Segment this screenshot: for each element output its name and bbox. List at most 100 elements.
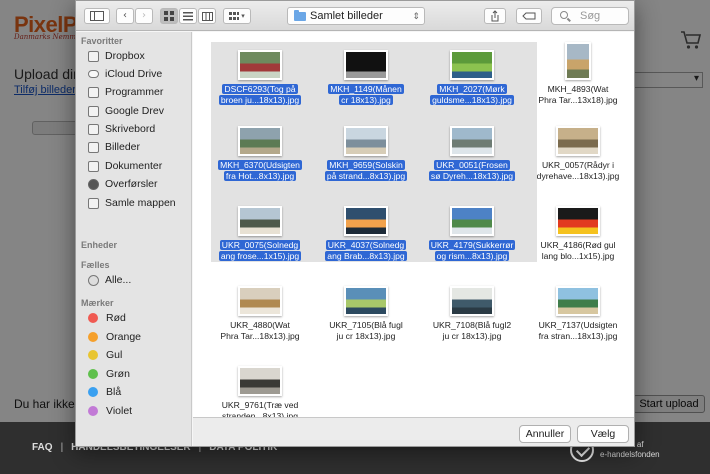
file-item[interactable]: DSCF6293(Tog på broen ju...18x13).jpg [207,38,313,120]
tag-violet[interactable]: Violet [88,403,132,419]
chevron-left-icon: ‹ [123,10,127,21]
cancel-button[interactable]: Annuller [519,425,571,443]
file-name: MKH_2027(Mørk guldsme...18x13).jpg [430,84,514,105]
file-item[interactable]: MKH_4893(Wat Phra Tar...13x18).jpg [525,38,631,120]
file-thumbnail [556,206,600,236]
file-item[interactable]: UKR_0075(Solnedg ang frose...1x15).jpg [207,194,313,276]
file-item[interactable]: UKR_4880(Wat Phra Tar...18x13).jpg [207,274,313,356]
footer-link-faq[interactable]: FAQ [32,442,53,453]
file-thumbnail [344,206,388,236]
sidebar-item-collect-folder[interactable]: Samle mappen [88,195,176,211]
file-thumbnail [238,286,282,316]
column-view-button[interactable] [198,8,216,24]
green-tag-dot-icon [88,369,98,379]
folder-icon [294,10,306,21]
sidebar-item-documents[interactable]: Dokumenter [88,158,162,174]
file-name: UKR_0051(Frosen sø Dyreh...18x13).jpg [428,160,516,181]
location-dropdown[interactable]: Samlet billeder ⇕ [287,7,425,25]
globe-icon [88,274,99,286]
sidebar-item-icloud[interactable]: iCloud Drive [88,66,162,82]
sidebar-item-label: Overførsler [105,178,158,190]
sidebar-item-label: Billeder [105,141,141,153]
tag-label: Orange [106,331,142,343]
file-item[interactable]: UKR_9761(Træ ved stranden...8x13).jpg [207,354,313,417]
pictures-icon [88,141,99,153]
tag-orange[interactable]: Orange [88,329,141,345]
file-item[interactable]: UKR_0051(Frosen sø Dyreh...18x13).jpg [419,114,525,196]
file-thumbnail [450,126,494,156]
sidebar-item-dropbox[interactable]: Dropbox [88,48,145,64]
file-item[interactable]: UKR_7137(Udsigten fra stran...18x13).jpg [525,274,631,356]
choose-button[interactable]: Vælg [577,425,629,443]
file-thumbnail [556,286,600,316]
sidebar-item-downloads[interactable]: Overførsler [88,176,158,192]
dialog-sidebar: Favoritter Dropbox iCloud Drive Programm… [76,32,192,446]
file-grid: DSCF6293(Tog på broen ju...18x13).jpg MKH_… [193,32,634,417]
cloud-icon [88,70,99,78]
search-field[interactable]: Søg [551,7,629,25]
file-name: MKH_9659(Solskin på strand...8x13).jpg [324,160,408,181]
file-item[interactable]: UKR_4179(Sukkerrør og rism...8x13).jpg [419,194,525,276]
file-item[interactable]: MKH_9659(Solskin på strand...8x13).jpg [313,114,419,196]
sidebar-item-all-shared[interactable]: Alle... [88,272,131,288]
arrange-icon [229,11,240,20]
file-item[interactable]: UKR_0057(Rådyr i dyrehave...18x13).jpg [525,114,631,196]
tag-button[interactable] [516,8,542,24]
file-thumbnail [556,126,600,156]
file-item[interactable]: MKH_6370(Udsigten fra Hot...8x13).jpg [207,114,313,196]
sidebar-toggle-button[interactable] [84,8,110,24]
file-item[interactable]: UKR_4037(Solnedg ang Brab...8x13).jpg [313,194,419,276]
sidebar-item-label: iCloud Drive [105,68,163,80]
tag-yellow[interactable]: Gul [88,347,122,363]
file-item[interactable]: UKR_7105(Blå fugl ju cr 18x13).jpg [313,274,419,356]
file-name: UKR_4037(Solnedg ang Brab...8x13).jpg [325,240,407,261]
folder-icon [88,105,99,117]
tag-label: Rød [106,312,126,324]
sidebar-item-label: Google Drev [105,105,164,117]
updown-chevron-icon: ⇕ [412,11,420,21]
yellow-tag-dot-icon [88,350,98,360]
icon-view-button[interactable] [160,8,178,24]
sidebar-item-label: Dokumenter [105,160,163,172]
grid-icon [164,11,174,21]
file-name: UKR_4186(Rød gul lang blo...1x15).jpg [540,240,616,261]
file-item[interactable]: MKH_1149(Månen cr 18x13).jpg [313,38,419,120]
file-name: UKR_9761(Træ ved stranden...8x13).jpg [221,400,299,417]
file-thumbnail [238,366,282,396]
file-name: UKR_7105(Blå fugl ju cr 18x13).jpg [329,320,403,341]
arrange-menu-button[interactable]: ▾ [223,8,251,24]
file-name: MKH_4893(Wat Phra Tar...13x18).jpg [538,84,618,105]
sidebar-item-pictures[interactable]: Billeder [88,139,140,155]
sidebar-item-label: Dropbox [105,50,145,62]
file-item[interactable]: UKR_7108(Blå fugl2 ju cr 18x13).jpg [419,274,525,356]
tag-red[interactable]: Rød [88,310,126,326]
file-name: MKH_1149(Månen cr 18x13).jpg [328,84,404,105]
sidebar-item-programs[interactable]: Programmer [88,84,163,100]
file-item[interactable]: UKR_4186(Rød gul lang blo...1x15).jpg [525,194,631,276]
tags-header: Mærker [81,298,114,308]
forward-button[interactable]: › [135,8,153,24]
sidebar-item-label: Samle mappen [105,197,176,209]
sidebar-item-label: Programmer [105,86,164,98]
dialog-toolbar: ‹ › ▾ Samlet billeder ⇕ Søg [76,1,634,31]
share-button[interactable] [484,8,506,24]
sidebar-item-desktop[interactable]: Skrivebord [88,121,155,137]
downloads-icon [88,178,99,190]
back-button[interactable]: ‹ [116,8,134,24]
file-item[interactable]: MKH_2027(Mørk guldsme...18x13).jpg [419,38,525,120]
sidebar-item-label: Skrivebord [105,123,156,135]
chevron-down-icon: ▾ [241,11,245,20]
devices-header: Enheder [81,240,118,250]
tag-green[interactable]: Grøn [88,366,130,382]
share-icon [491,10,499,22]
list-view-button[interactable] [179,8,197,24]
sidebar-item-google-drive[interactable]: Google Drev [88,103,164,119]
search-icon [560,11,568,19]
violet-tag-dot-icon [88,406,98,416]
file-thumbnail [238,50,282,80]
tag-label: Grøn [106,368,130,380]
file-thumbnail [344,126,388,156]
file-name: MKH_6370(Udsigten fra Hot...8x13).jpg [218,160,302,181]
tag-blue[interactable]: Blå [88,384,121,400]
file-thumbnail [565,42,591,80]
